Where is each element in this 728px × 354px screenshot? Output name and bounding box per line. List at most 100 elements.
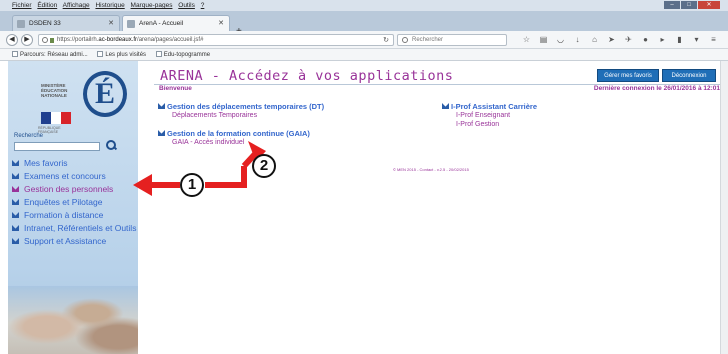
close-window-icon[interactable]: ✕: [698, 1, 720, 9]
sidebar-item-label: Enquêtes et Pilotage: [24, 197, 103, 207]
home-icon[interactable]: ⌂: [588, 34, 601, 46]
section-title-gaia[interactable]: Gestion de la formation continue (GAIA): [158, 129, 310, 138]
link-iprof-gestion[interactable]: I-Prof Gestion: [456, 120, 537, 129]
search-input[interactable]: Rechercher: [397, 34, 507, 46]
navigation-bar: ◀ ▶ https://portailrh.ac-bordeaux.fr/are…: [0, 31, 728, 49]
menu-aide[interactable]: ?: [201, 2, 205, 9]
menu-historique[interactable]: Historique: [95, 2, 124, 9]
bullet-icon: [12, 238, 19, 244]
sidebar-item-examens-concours[interactable]: Examens et concours: [12, 170, 136, 183]
bookmarks-bar: Parcours: Réseau admi... Les plus visité…: [0, 49, 728, 61]
link-gaia-acces-individuel[interactable]: GAIA - Accès individuel: [172, 138, 310, 147]
education-e-logo-icon: É: [83, 71, 127, 117]
section-iprof: I-Prof Assistant Carrière I-Prof Enseign…: [442, 102, 537, 129]
search-placeholder: Rechercher: [412, 37, 444, 43]
section-title-deplacements[interactable]: Gestion des déplacements temporaires (DT…: [158, 102, 324, 111]
menu-affichage[interactable]: Affichage: [63, 2, 90, 9]
section-title-text: Gestion des déplacements temporaires (DT…: [167, 102, 325, 111]
recherche-search-icon[interactable]: [105, 139, 117, 151]
sidebar-item-label: Intranet, Référentiels et Outils: [24, 223, 137, 233]
extension-icon[interactable]: ▮: [673, 34, 686, 46]
bullet-icon: [158, 103, 165, 109]
reload-icon[interactable]: ↻: [383, 35, 389, 46]
republique-francaise-flag-icon: [41, 112, 71, 124]
plane-icon[interactable]: ✈: [622, 34, 635, 46]
bookmark-item[interactable]: Les plus visités: [97, 49, 146, 61]
sidebar-item-mes-favoris[interactable]: Mes favoris: [12, 157, 136, 170]
page-title: ARENA - Accédez à vos applications: [160, 68, 454, 84]
sidebar-item-intranet-referentiels[interactable]: Intranet, Référentiels et Outils: [12, 222, 136, 235]
footer-text: © MEN 2015 - Contact - v.2.5 - 20/02/201…: [393, 167, 469, 172]
sidebar-item-formation-distance[interactable]: Formation à distance: [12, 209, 136, 222]
bookmark-item[interactable]: Parcours: Réseau admi...: [12, 49, 88, 61]
section-title-iprof[interactable]: I-Prof Assistant Carrière: [442, 102, 537, 111]
section-title-text: Gestion de la formation continue (GAIA): [167, 129, 310, 138]
tab-arena-accueil[interactable]: ArenA - Accueil ✕: [122, 15, 230, 31]
address-bar[interactable]: https://portailrh.ac-bordeaux.fr/arena/p…: [38, 34, 394, 46]
reader-icon[interactable]: ▤: [537, 34, 550, 46]
back-icon[interactable]: ◀: [6, 34, 18, 46]
gerer-favoris-button[interactable]: Gérer mes favoris: [597, 69, 659, 82]
window-controls: – □ ✕: [663, 1, 720, 9]
bullet-icon: [12, 199, 19, 205]
hamburger-menu-icon[interactable]: ≡: [707, 34, 720, 46]
star-icon[interactable]: ☆: [520, 34, 533, 46]
sidebar-item-label: Support et Assistance: [24, 236, 107, 246]
ministere-wordmark: MINISTÈRE ÉDUCATION NATIONALE: [41, 83, 68, 98]
sidebar-item-enquetes-pilotage[interactable]: Enquêtes et Pilotage: [12, 196, 136, 209]
vertical-scrollbar[interactable]: [720, 61, 728, 354]
forward-icon[interactable]: ▶: [21, 34, 33, 46]
republique-francaise-caption: RÉPUBLIQUE FRANÇAISE: [38, 126, 61, 134]
recherche-input[interactable]: [14, 142, 100, 151]
section-deplacements: Gestion des déplacements temporaires (DT…: [158, 102, 324, 120]
section-title-text: I-Prof Assistant Carrière: [451, 102, 538, 111]
close-tab-icon[interactable]: ✕: [218, 16, 224, 32]
favicon-icon: [127, 20, 135, 28]
close-tab-icon[interactable]: ✕: [108, 16, 114, 32]
deconnexion-button[interactable]: Déconnexion: [662, 69, 716, 82]
send-icon[interactable]: ➤: [605, 34, 618, 46]
menu-fichier[interactable]: Fichier: [12, 2, 32, 9]
menu-edition[interactable]: Édition: [37, 2, 57, 9]
search-icon: [402, 37, 408, 43]
sidebar-item-gestion-personnels[interactable]: Gestion des personnels: [12, 183, 136, 196]
last-connection-text: Dernière connexion le 26/01/2016 à 12:01: [593, 85, 720, 92]
favicon-icon: [17, 20, 25, 28]
bullet-icon: [12, 225, 19, 231]
sidebar-item-label: Gestion des personnels: [24, 184, 114, 194]
link-iprof-enseignant[interactable]: I-Prof Enseignant: [456, 111, 537, 120]
sidebar-menu: Mes favoris Examens et concours Gestion …: [12, 157, 136, 248]
page-icon: [155, 51, 162, 57]
bullet-icon: [158, 130, 165, 136]
students-photo: [8, 286, 138, 354]
tab-dsden33[interactable]: DSDEN 33 ✕: [12, 15, 120, 31]
maximize-icon[interactable]: □: [681, 1, 697, 9]
folder-icon: [97, 51, 104, 57]
addon-icon[interactable]: ▸: [656, 34, 669, 46]
link-deplacements-temporaires[interactable]: Déplacements Temporaires: [172, 111, 324, 120]
menu-marque-pages[interactable]: Marque-pages: [131, 2, 173, 9]
recherche-label: Recherche: [14, 133, 44, 139]
sidebar-item-label: Examens et concours: [24, 171, 106, 181]
lock-icon: [50, 38, 54, 43]
dropdown-icon[interactable]: ▾: [690, 34, 703, 46]
tab-bar: DSDEN 33 ✕ ArenA - Accueil ✕ +: [0, 11, 728, 37]
menu-outils[interactable]: Outils: [178, 2, 195, 9]
sidebar-item-label: Mes favoris: [24, 158, 68, 168]
tab-label: ArenA - Accueil: [139, 20, 184, 27]
annotation-number-1: 1: [180, 173, 204, 197]
minimize-icon[interactable]: –: [664, 1, 680, 9]
bookmark-label: Edu-topogramme: [163, 52, 211, 58]
sidebar: MINISTÈRE ÉDUCATION NATIONALE É RÉPUBLIQUE…: [8, 61, 138, 354]
url-suffix: /arena/pages/accueil.jsf#: [137, 37, 204, 43]
download-icon[interactable]: ↓: [571, 34, 584, 46]
bookmark-item[interactable]: Edu-topogramme: [155, 49, 211, 61]
main-content: ARENA - Accédez à vos applications Gérer…: [138, 61, 720, 354]
url-prefix: https://portailrh.: [57, 37, 99, 43]
welcome-bar: Bienvenue Dernière connexion le 26/01/20…: [154, 84, 720, 94]
bienvenue-text: Bienvenue: [159, 85, 192, 92]
info-icon[interactable]: [42, 37, 48, 43]
pocket-icon[interactable]: ◡: [554, 34, 567, 46]
chat-icon[interactable]: ●: [639, 34, 652, 46]
sidebar-item-support-assistance[interactable]: Support et Assistance: [12, 235, 136, 248]
